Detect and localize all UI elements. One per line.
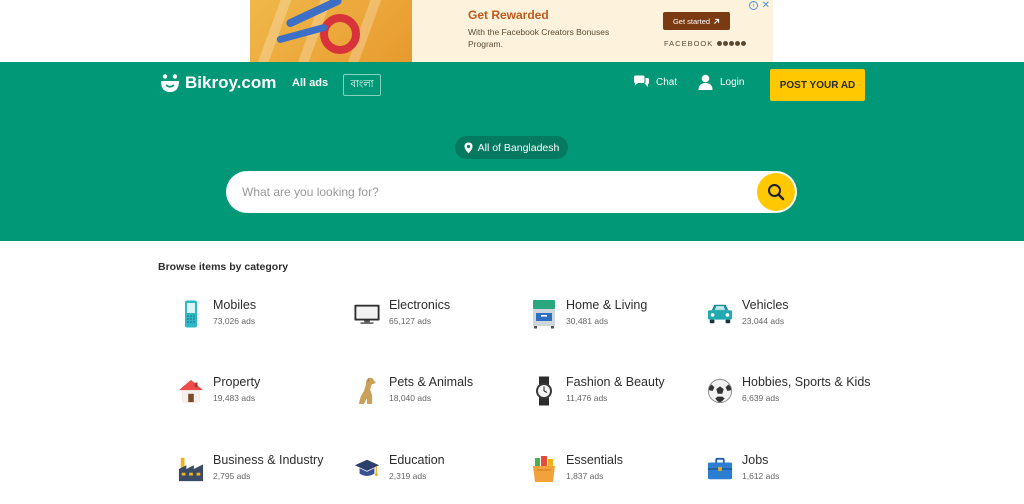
- mobile-icon: [178, 299, 204, 329]
- category-name: Vehicles: [742, 298, 789, 312]
- category-home-living[interactable]: Home & Living 30,481 ads: [531, 298, 701, 334]
- ad-cta-label: Get started: [672, 16, 711, 26]
- factory-icon: [178, 454, 204, 484]
- arrow-up-right-icon: [714, 18, 720, 24]
- graduation-cap-icon: [354, 454, 380, 484]
- ad-title: Get Rewarded: [468, 8, 549, 22]
- ad-banner[interactable]: Get Rewarded With the Facebook Creators …: [250, 0, 773, 62]
- category-name: Pets & Animals: [389, 375, 474, 389]
- category-education[interactable]: Education 2,319 ads: [354, 453, 524, 489]
- location-selector[interactable]: All of Bangladesh: [455, 136, 568, 159]
- chat-link[interactable]: Chat: [633, 75, 677, 89]
- dog-icon: [354, 376, 380, 406]
- category-count: 6,639 ads: [742, 393, 780, 403]
- category-pets-animals[interactable]: Pets & Animals 18,040 ads: [354, 375, 524, 411]
- search-input[interactable]: [242, 182, 742, 202]
- location-pin-icon: [464, 142, 473, 153]
- user-icon: [698, 74, 713, 90]
- house-icon: [178, 376, 204, 406]
- category-electronics[interactable]: Electronics 65,127 ads: [354, 298, 524, 334]
- briefcase-icon: [707, 454, 733, 484]
- search-bar: [226, 171, 797, 213]
- category-property[interactable]: Property 19,483 ads: [178, 375, 348, 411]
- ad-get-started-button[interactable]: Get started: [663, 12, 730, 30]
- category-count: 2,795 ads: [213, 471, 251, 481]
- category-name: Home & Living: [566, 298, 648, 312]
- car-icon: [707, 299, 733, 329]
- watch-icon: [531, 376, 557, 406]
- category-name: Business & Industry: [213, 453, 324, 467]
- chat-label: Chat: [656, 76, 678, 88]
- category-count: 65,127 ads: [389, 316, 432, 326]
- furniture-icon: [531, 299, 557, 329]
- logo-icon: [161, 74, 179, 92]
- social-icons: [717, 41, 747, 46]
- category-name: Property: [213, 375, 261, 389]
- category-count: 11,476 ads: [566, 393, 608, 403]
- post-your-ad-button[interactable]: POST YOUR AD: [770, 69, 865, 101]
- search-button[interactable]: [757, 173, 795, 211]
- ad-area: Get Rewarded With the Facebook Creators …: [0, 0, 1024, 62]
- football-icon: [707, 376, 733, 406]
- hero-section: Bikroy.com All ads বাংলা Chat Login POST…: [0, 62, 1024, 241]
- category-count: 2,319 ads: [389, 471, 427, 481]
- category-name: Hobbies, Sports & Kids: [742, 375, 871, 389]
- category-name: Mobiles: [213, 298, 257, 312]
- category-mobiles[interactable]: Mobiles 73,026 ads: [178, 298, 348, 334]
- category-business-industry[interactable]: Business & Industry 2,795 ads: [178, 453, 348, 489]
- category-count: 1,837 ads: [566, 471, 604, 481]
- category-fashion-beauty[interactable]: Fashion & Beauty 11,476 ads: [531, 375, 701, 411]
- chat-icon: [634, 75, 649, 87]
- category-name: Fashion & Beauty: [566, 375, 665, 389]
- category-essentials[interactable]: Essentials 1,837 ads: [531, 453, 701, 489]
- category-hobbies-sports-kids[interactable]: Hobbies, Sports & Kids 6,639 ads: [707, 375, 877, 411]
- monitor-icon: [354, 299, 380, 329]
- category-count: 1,612 ads: [742, 471, 780, 481]
- ad-brand-label: FACEBOOK: [664, 39, 714, 48]
- category-name: Education: [389, 453, 445, 467]
- category-name: Electronics: [389, 298, 451, 312]
- ad-close-icon[interactable]: ✕: [762, 0, 770, 11]
- language-button[interactable]: বাংলা: [343, 74, 381, 96]
- search-icon: [768, 184, 785, 201]
- login-label: Login: [720, 76, 745, 88]
- ad-info-icon[interactable]: i: [749, 1, 758, 10]
- category-name: Jobs: [742, 453, 769, 467]
- location-label: All of Bangladesh: [477, 141, 560, 154]
- category-count: 73,026 ads: [213, 316, 256, 326]
- browse-title: Browse items by category: [158, 261, 289, 273]
- category-name: Essentials: [566, 453, 623, 467]
- category-count: 19,483 ads: [213, 393, 256, 403]
- category-count: 30,481 ads: [566, 316, 609, 326]
- category-count: 18,040 ads: [389, 393, 432, 403]
- all-ads-link[interactable]: All ads: [292, 77, 328, 89]
- site-logo[interactable]: Bikroy.com: [160, 73, 276, 93]
- grocery-icon: [531, 454, 557, 484]
- login-link[interactable]: Login: [698, 74, 744, 90]
- ad-image: [250, 0, 412, 62]
- category-count: 23,044 ads: [742, 316, 785, 326]
- logo-text: Bikroy.com: [185, 73, 277, 92]
- ad-text: With the Facebook Creators Bonuses Progr…: [468, 27, 610, 49]
- ad-brand: FACEBOOK: [664, 39, 747, 48]
- category-jobs[interactable]: Jobs 1,612 ads: [707, 453, 877, 489]
- category-vehicles[interactable]: Vehicles 23,044 ads: [707, 298, 877, 334]
